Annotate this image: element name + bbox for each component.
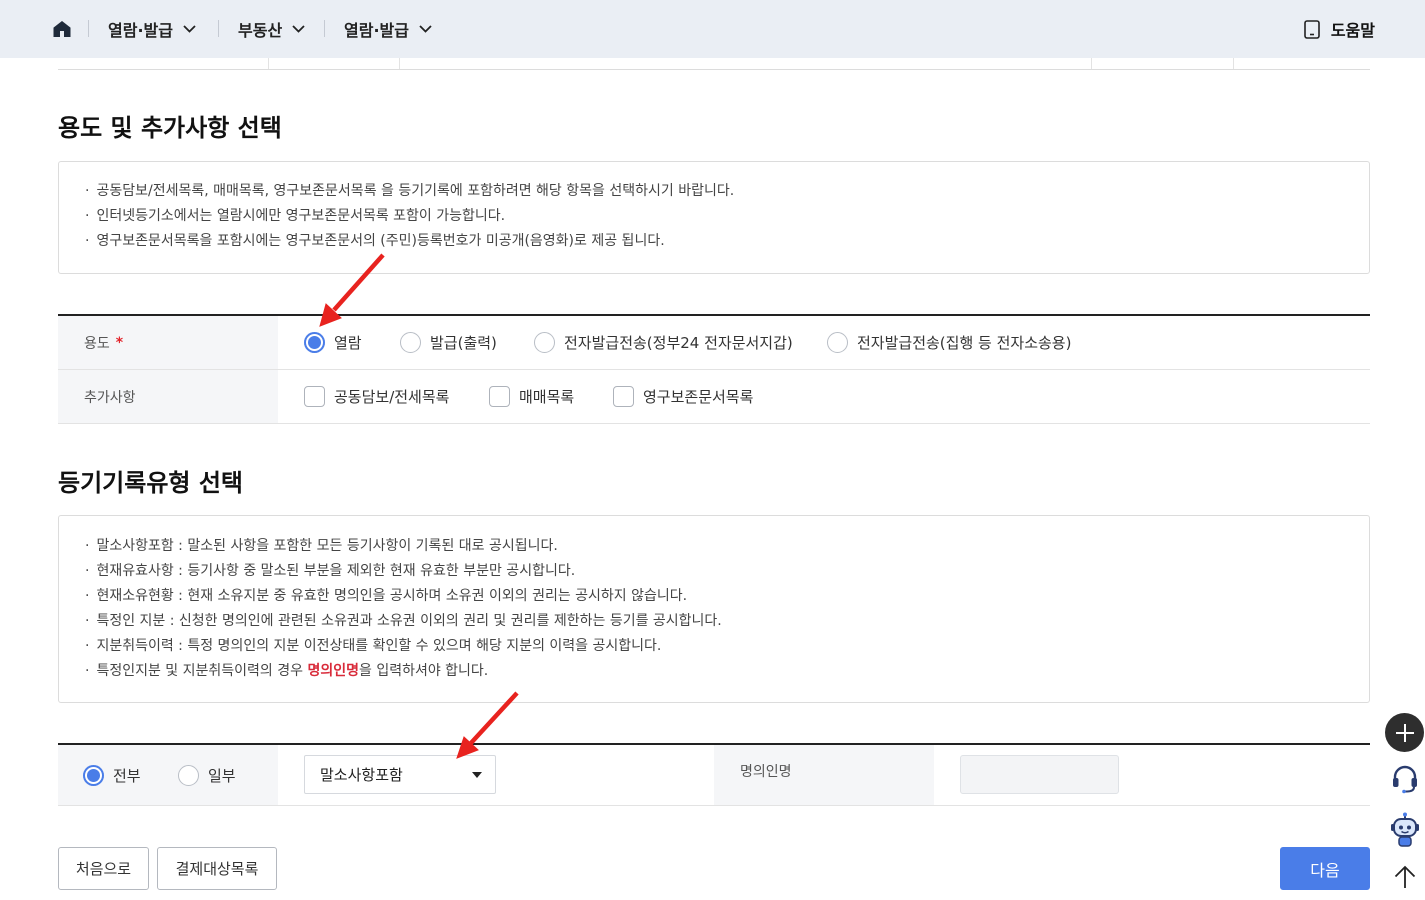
purpose-form-table: 용도 * 열람 발급(출력) 전자발급전송(정부24 전자문서지갑) 전자발급전… bbox=[58, 314, 1370, 424]
radio-button[interactable] bbox=[178, 764, 199, 786]
top-nav: 열람·발급 부동산 열람·발급 도움말 bbox=[0, 0, 1425, 58]
owner-name-label-cell: 명의인명 bbox=[714, 745, 934, 805]
extras-option-joint-collateral[interactable]: 공동담보/전세목록 bbox=[304, 370, 449, 423]
quick-menu-button[interactable] bbox=[1385, 713, 1424, 752]
option-label: 매매목록 bbox=[519, 388, 575, 406]
purpose-label: 용도 bbox=[84, 335, 110, 352]
nav-separator bbox=[88, 20, 89, 37]
extras-options: 공동담보/전세목록 매매목록 영구보존문서목록 bbox=[278, 370, 1370, 423]
nav-menu-view-issue[interactable]: 열람·발급 bbox=[108, 0, 196, 58]
notice-line-owner-name: 특정인지분 및 지분취득이력의 경우 명의인명을 입력하셔야 합니다. bbox=[85, 659, 1369, 684]
radio-button[interactable] bbox=[83, 764, 104, 786]
radio-button[interactable] bbox=[304, 332, 325, 353]
option-label: 열람 bbox=[334, 334, 362, 352]
checkbox[interactable] bbox=[489, 386, 510, 407]
nav-menu-real-estate[interactable]: 부동산 bbox=[238, 0, 305, 58]
chevron-down-icon bbox=[419, 25, 432, 33]
previous-table-bottom bbox=[58, 58, 1370, 70]
extras-label-cell: 추가사항 bbox=[58, 370, 278, 423]
radio-button[interactable] bbox=[827, 332, 848, 353]
table-divider bbox=[1233, 58, 1234, 69]
table-divider bbox=[268, 58, 269, 69]
notice-highlight: 명의인명 bbox=[307, 663, 359, 679]
notice-line: 특정인 지분 : 신청한 명의인에 관련된 소유권과 소유권 이외의 권리 및 … bbox=[85, 609, 1369, 634]
purpose-option-view[interactable]: 열람 bbox=[304, 316, 362, 369]
owner-name-input[interactable] bbox=[960, 755, 1119, 794]
extras-option-sales-list[interactable]: 매매목록 bbox=[489, 370, 574, 423]
option-label: 전자발급전송(집행 등 전자소송용) bbox=[857, 334, 1072, 352]
caret-down-icon bbox=[472, 771, 482, 778]
checkbox[interactable] bbox=[613, 386, 634, 407]
purpose-option-e-litigation[interactable]: 전자발급전송(집행 등 전자소송용) bbox=[827, 316, 1071, 369]
option-label: 전자발급전송(정부24 전자문서지갑) bbox=[564, 334, 793, 352]
option-label: 발급(출력) bbox=[430, 334, 497, 352]
notice-line: 현재소유현황 : 현재 소유지분 중 유효한 명의인을 공시하며 소유권 이외의… bbox=[85, 584, 1369, 609]
plus-icon bbox=[1395, 723, 1414, 742]
option-label: 공동담보/전세목록 bbox=[334, 388, 450, 406]
notice-line: 인터넷등기소에서는 열람시에만 영구보존문서목록 포함이 가능합니다. bbox=[85, 204, 1369, 229]
chatbot-button[interactable] bbox=[1389, 812, 1421, 848]
notice-text: 을 입력하셔야 합니다. bbox=[358, 663, 489, 679]
extras-option-permanent-docs[interactable]: 영구보존문서목록 bbox=[613, 370, 753, 423]
scope-cell: 전부 일부 bbox=[58, 745, 278, 805]
document-icon bbox=[1304, 19, 1320, 39]
next-button[interactable]: 다음 bbox=[1280, 847, 1370, 890]
scope-option-all[interactable]: 전부 bbox=[83, 745, 141, 805]
chatbot-icon bbox=[1391, 812, 1419, 847]
customer-support-button[interactable] bbox=[1390, 764, 1420, 794]
option-label: 영구보존문서목록 bbox=[643, 388, 754, 406]
extras-label: 추가사항 bbox=[84, 389, 136, 406]
notice-text: 특정인지분 및 지분취득이력의 경우 bbox=[96, 663, 308, 679]
record-type-select[interactable]: 말소사항포함 bbox=[304, 755, 496, 794]
arrow-up-icon bbox=[1394, 865, 1416, 888]
section-title-purpose: 용도 및 추가사항 선택 bbox=[58, 114, 282, 142]
chevron-down-icon bbox=[292, 25, 305, 33]
nav-menu-label: 열람·발급 bbox=[344, 21, 409, 40]
home-button[interactable] bbox=[53, 0, 71, 58]
help-label: 도움말 bbox=[1330, 21, 1375, 40]
radio-button[interactable] bbox=[534, 332, 555, 353]
extras-row: 추가사항 공동담보/전세목록 매매목록 영구보존문서목록 bbox=[58, 370, 1370, 424]
purpose-option-e-wallet[interactable]: 전자발급전송(정부24 전자문서지갑) bbox=[534, 316, 793, 369]
notice-line: 공동담보/전세목록, 매매목록, 영구보존문서목록 을 등기기록에 포함하려면 … bbox=[85, 179, 1369, 204]
nav-menu-label: 열람·발급 bbox=[108, 21, 173, 40]
payment-list-button[interactable]: 결제대상목록 bbox=[157, 847, 277, 890]
scope-option-partial[interactable]: 일부 bbox=[178, 745, 236, 805]
record-type-row: 전부 일부 말소사항포함 명의인명 bbox=[58, 745, 1370, 806]
go-first-button[interactable]: 처음으로 bbox=[58, 847, 149, 890]
notice-line: 말소사항포함 : 말소된 사항을 포함한 모든 등기사항이 기록된 대로 공시됩… bbox=[85, 534, 1369, 559]
option-label: 일부 bbox=[208, 766, 236, 785]
chevron-down-icon bbox=[183, 25, 196, 33]
nav-separator bbox=[218, 20, 219, 37]
required-mark: * bbox=[115, 334, 124, 351]
record-type-select-cell: 말소사항포함 bbox=[278, 745, 714, 805]
notice-line: 지분취득이력 : 특정 명의인의 지분 이전상태를 확인할 수 있으며 해당 지… bbox=[85, 634, 1369, 659]
purpose-row: 용도 * 열람 발급(출력) 전자발급전송(정부24 전자문서지갑) 전자발급전… bbox=[58, 316, 1370, 370]
home-icon bbox=[53, 21, 71, 37]
help-button[interactable]: 도움말 bbox=[1304, 0, 1375, 58]
headset-icon bbox=[1393, 765, 1417, 794]
notice-line: 영구보존문서목록을 포함시에는 영구보존문서의 (주민)등록번호가 미공개(음영… bbox=[85, 229, 1369, 254]
nav-menu-label: 부동산 bbox=[238, 21, 283, 40]
purpose-label-cell: 용도 * bbox=[58, 316, 278, 369]
option-label: 전부 bbox=[113, 766, 141, 785]
notice-line: 현재유효사항 : 등기사항 중 말소된 부분을 제외한 현재 유효한 부분만 공… bbox=[85, 559, 1369, 584]
purpose-notice-box: 공동담보/전세목록, 매매목록, 영구보존문서목록 을 등기기록에 포함하려면 … bbox=[58, 161, 1370, 274]
checkbox[interactable] bbox=[304, 386, 325, 407]
table-divider bbox=[399, 58, 400, 69]
scroll-top-button[interactable] bbox=[1393, 865, 1417, 889]
nav-menu-view-issue-sub[interactable]: 열람·발급 bbox=[344, 0, 432, 58]
radio-button[interactable] bbox=[400, 332, 421, 353]
owner-name-input-cell bbox=[934, 745, 1370, 805]
owner-name-label: 명의인명 bbox=[740, 764, 792, 780]
purpose-option-issue-print[interactable]: 발급(출력) bbox=[400, 316, 497, 369]
select-value: 말소사항포함 bbox=[320, 766, 403, 784]
purpose-options: 열람 발급(출력) 전자발급전송(정부24 전자문서지갑) 전자발급전송(집행 … bbox=[278, 316, 1370, 369]
section-title-record-type: 등기기록유형 선택 bbox=[58, 469, 243, 497]
nav-separator bbox=[324, 20, 325, 37]
record-type-notice-box: 말소사항포함 : 말소된 사항을 포함한 모든 등기사항이 기록된 대로 공시됩… bbox=[58, 515, 1370, 703]
table-divider bbox=[1091, 58, 1092, 69]
record-type-form-table: 전부 일부 말소사항포함 명의인명 bbox=[58, 743, 1370, 806]
